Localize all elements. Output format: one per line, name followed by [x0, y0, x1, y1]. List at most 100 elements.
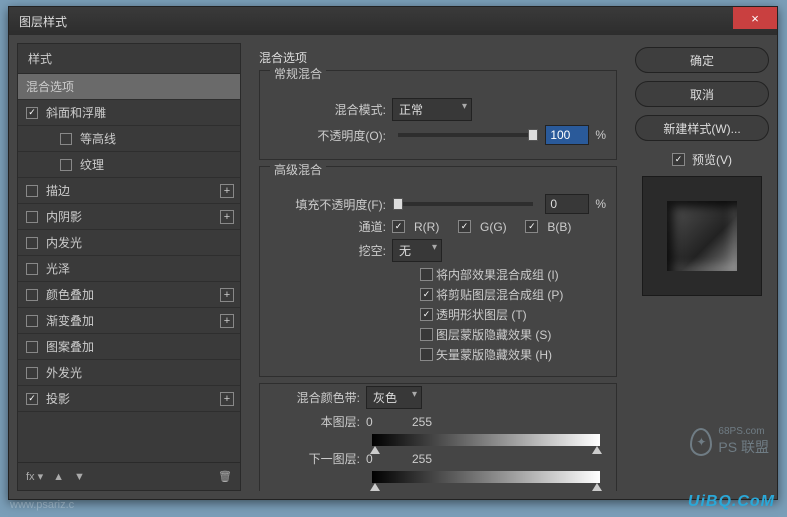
footer-watermark: UiBQ.CoM: [688, 493, 775, 511]
move-down-icon[interactable]: ▼: [74, 471, 85, 483]
blendif-label: 混合颜色带:: [270, 389, 360, 406]
this-hi-value: 255: [412, 415, 432, 429]
add-icon[interactable]: +: [220, 210, 234, 224]
sidebar-item-bevel[interactable]: 斜面和浮雕: [18, 100, 240, 126]
opt-label: 将内部效果混合成组 (I): [436, 266, 559, 283]
trash-icon[interactable]: 🗑: [218, 470, 232, 483]
opt-inner-checkbox[interactable]: [420, 268, 433, 281]
sidebar-item-label: 光泽: [46, 260, 70, 277]
sidebar-header: 样式: [18, 44, 240, 74]
slider-thumb-icon[interactable]: [528, 129, 538, 141]
sidebar-item-outer-glow[interactable]: 外发光: [18, 360, 240, 386]
opacity-input[interactable]: 100: [545, 125, 589, 145]
checkbox-icon[interactable]: [26, 263, 38, 275]
sidebar-item-label: 混合选项: [26, 78, 74, 95]
opt-transparency-checkbox[interactable]: [420, 308, 433, 321]
channel-b-label: B(B): [547, 220, 571, 234]
preview-inner: [667, 201, 737, 271]
checkbox-icon[interactable]: [26, 393, 38, 405]
sidebar-item-drop-shadow[interactable]: 投影 +: [18, 386, 240, 412]
advanced-blend-group: 高级混合 填充不透明度(F): 0 % 通道: R(R) G(G) B(B) 挖…: [259, 166, 617, 377]
opacity-label: 不透明度(O):: [270, 127, 386, 144]
under-hi-value: 255: [412, 452, 432, 466]
percent-label: %: [595, 197, 606, 211]
panel-title: 混合选项: [259, 49, 617, 66]
sidebar-item-texture[interactable]: 纹理: [18, 152, 240, 178]
fill-opacity-slider[interactable]: [398, 202, 533, 206]
add-icon[interactable]: +: [220, 314, 234, 328]
checkbox-icon[interactable]: [60, 159, 72, 171]
blend-mode-label: 混合模式:: [270, 101, 386, 118]
opt-label: 矢量蒙版隐藏效果 (H): [436, 346, 552, 363]
sidebar-item-inner-shadow[interactable]: 内阴影 +: [18, 204, 240, 230]
close-icon: ×: [751, 11, 759, 26]
sidebar-item-label: 内发光: [46, 234, 82, 251]
this-layer-gradient[interactable]: [372, 434, 600, 446]
fill-opacity-input[interactable]: 0: [545, 194, 589, 214]
move-up-icon[interactable]: ▲: [53, 471, 64, 483]
preview-toggle[interactable]: 预览(V): [635, 151, 769, 168]
sidebar-item-color-overlay[interactable]: 颜色叠加+: [18, 282, 240, 308]
blendif-select[interactable]: 灰色: [366, 386, 422, 409]
opt-clip-checkbox[interactable]: [420, 288, 433, 301]
sidebar-item-contour[interactable]: 等高线: [18, 126, 240, 152]
cancel-button[interactable]: 取消: [635, 81, 769, 107]
percent-label: %: [595, 128, 606, 142]
marker-white-icon[interactable]: [592, 483, 602, 491]
sidebar-item-blend-options[interactable]: 混合选项: [18, 74, 240, 100]
checkbox-icon[interactable]: [60, 133, 72, 145]
sidebar-item-gradient-overlay[interactable]: 渐变叠加+: [18, 308, 240, 334]
checkbox-icon[interactable]: [26, 341, 38, 353]
group-label: 常规混合: [270, 65, 326, 82]
titlebar[interactable]: 图层样式 ×: [9, 7, 777, 35]
marker-black-icon[interactable]: [370, 483, 380, 491]
sidebar-item-label: 投影: [46, 390, 70, 407]
opt-label: 将剪贴图层混合成组 (P): [436, 286, 563, 303]
sidebar-item-label: 纹理: [80, 156, 104, 173]
knockout-label: 挖空:: [270, 242, 386, 259]
new-style-button[interactable]: 新建样式(W)...: [635, 115, 769, 141]
sidebar-item-label: 描边: [46, 182, 70, 199]
add-icon[interactable]: +: [220, 288, 234, 302]
sidebar-item-label: 内阴影: [46, 208, 82, 225]
preview-swatch: [642, 176, 762, 296]
this-lo-value: 0: [366, 415, 406, 429]
checkbox-icon[interactable]: [26, 315, 38, 327]
ok-button[interactable]: 确定: [635, 47, 769, 73]
slider-thumb-icon[interactable]: [393, 198, 403, 210]
checkbox-icon[interactable]: [26, 289, 38, 301]
opt-layermask-checkbox[interactable]: [420, 328, 433, 341]
styles-sidebar: 样式 混合选项 斜面和浮雕 等高线 纹理 描边 + 内阴影 + 内发光 光泽 颜色叠…: [17, 43, 241, 491]
channel-g-checkbox[interactable]: [458, 220, 471, 233]
close-button[interactable]: ×: [733, 7, 777, 29]
options-panel: 混合选项 常规混合 混合模式: 正常 不透明度(O): 100 % 高级混合 填…: [249, 43, 627, 491]
channel-r-checkbox[interactable]: [392, 220, 405, 233]
checkbox-icon[interactable]: [26, 237, 38, 249]
checkbox-icon[interactable]: [26, 107, 38, 119]
channel-g-label: G(G): [480, 220, 507, 234]
sidebar-item-satin[interactable]: 光泽: [18, 256, 240, 282]
under-layer-gradient[interactable]: [372, 471, 600, 483]
channel-b-checkbox[interactable]: [525, 220, 538, 233]
add-icon[interactable]: +: [220, 184, 234, 198]
sidebar-item-label: 等高线: [80, 130, 116, 147]
checkbox-icon[interactable]: [26, 185, 38, 197]
sidebar-item-pattern-overlay[interactable]: 图案叠加: [18, 334, 240, 360]
blend-if-group: 混合颜色带: 灰色 本图层: 0 255 下一图层: 0: [259, 383, 617, 491]
checkbox-icon[interactable]: [26, 211, 38, 223]
sidebar-item-inner-glow[interactable]: 内发光: [18, 230, 240, 256]
opacity-slider[interactable]: [398, 133, 533, 137]
checkbox-icon[interactable]: [26, 367, 38, 379]
sidebar-item-stroke[interactable]: 描边 +: [18, 178, 240, 204]
blend-mode-select[interactable]: 正常: [392, 98, 472, 121]
opt-label: 透明形状图层 (T): [436, 306, 527, 323]
add-icon[interactable]: +: [220, 392, 234, 406]
watermark-logo: ✦ 68PS.com PS 联盟: [690, 426, 769, 457]
fx-menu-icon[interactable]: fx ▾: [26, 470, 43, 483]
opt-vectormask-checkbox[interactable]: [420, 348, 433, 361]
preview-checkbox[interactable]: [672, 153, 685, 166]
channel-r-label: R(R): [414, 220, 439, 234]
channels-label: 通道:: [270, 218, 386, 235]
right-column: 确定 取消 新建样式(W)... 预览(V): [635, 43, 769, 491]
knockout-select[interactable]: 无: [392, 239, 442, 262]
